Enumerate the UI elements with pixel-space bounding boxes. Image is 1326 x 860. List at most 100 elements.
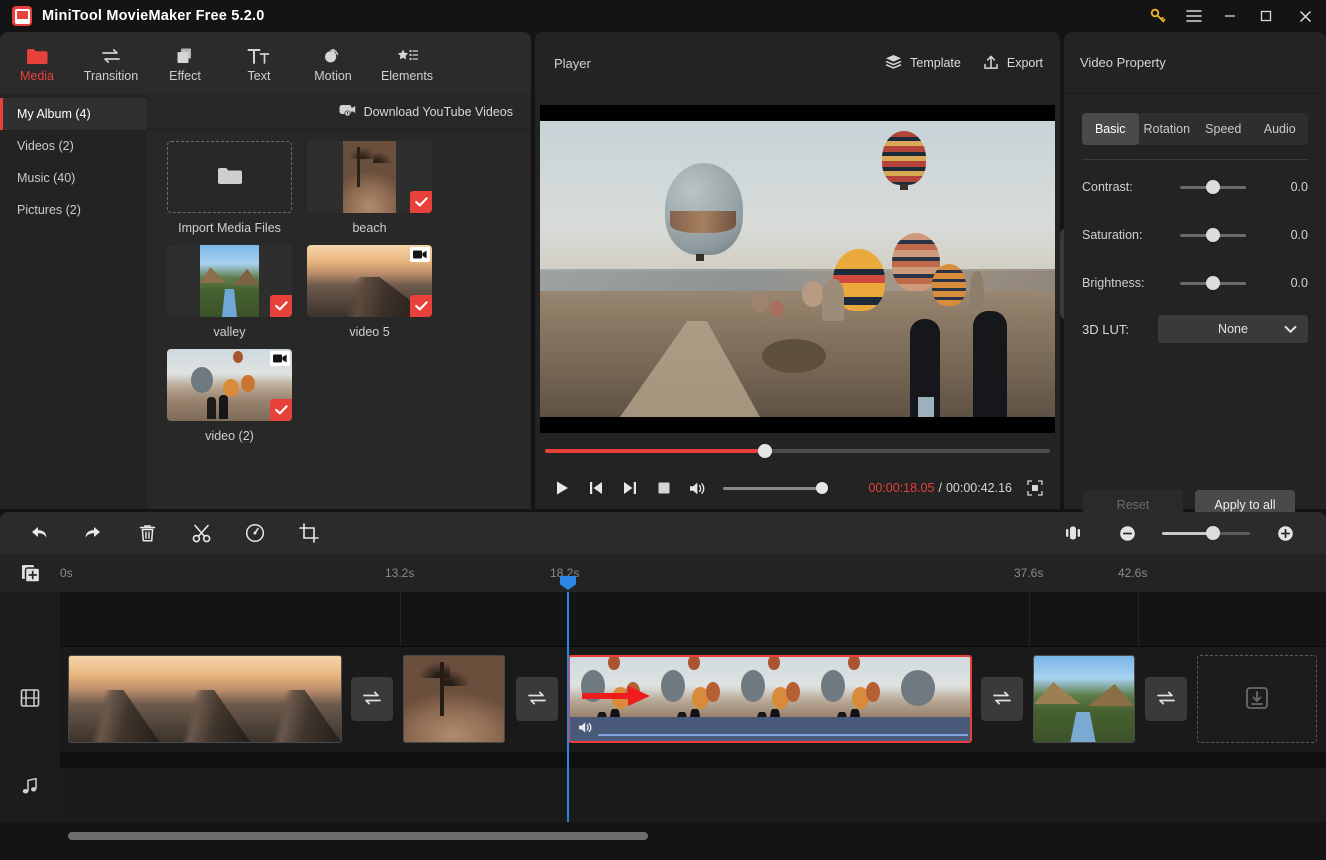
timeline-playhead[interactable] [567, 592, 569, 822]
tab-elements[interactable]: Elements [370, 32, 444, 94]
album-label: Pictures (2) [17, 203, 81, 217]
preview-image [540, 121, 1055, 417]
slider-knob[interactable] [1206, 276, 1220, 290]
contrast-label: Contrast: [1082, 180, 1133, 194]
timeline-ruler[interactable]: 0s 13.2s 18.2s 37.6s 42.6s [0, 554, 1326, 592]
play-button[interactable] [545, 471, 579, 505]
media-item-video-2[interactable]: video (2) [167, 349, 292, 443]
album-list: My Album (4) Videos (2) Music (40) Pictu… [0, 94, 146, 509]
fullscreen-icon[interactable] [1020, 473, 1050, 503]
tab-effect[interactable]: Effect [148, 32, 222, 94]
minimize-icon[interactable] [1212, 0, 1248, 32]
tab-speed[interactable]: Speed [1195, 113, 1252, 145]
player-progress-container[interactable] [535, 436, 1060, 466]
transition-slot-4[interactable] [1145, 677, 1187, 721]
add-media-icon[interactable] [20, 563, 42, 585]
saturation-label: Saturation: [1082, 228, 1143, 242]
brightness-slider[interactable] [1180, 276, 1246, 290]
timeline-dropzone[interactable] [1197, 655, 1317, 743]
transition-slot-3[interactable] [981, 677, 1023, 721]
album-item-pictures[interactable]: Pictures (2) [0, 194, 146, 226]
tab-transition[interactable]: Transition [74, 32, 148, 94]
contrast-slider[interactable] [1180, 180, 1246, 194]
template-button[interactable]: Template [885, 54, 961, 72]
youtube-download-icon[interactable] [339, 104, 356, 120]
import-dropzone[interactable] [167, 141, 292, 213]
media-item-import[interactable]: Import Media Files [167, 141, 292, 235]
media-thumbnail[interactable] [167, 349, 292, 421]
delete-button[interactable] [120, 512, 174, 554]
album-item-music[interactable]: Music (40) [0, 162, 146, 194]
previous-frame-button[interactable] [579, 471, 613, 505]
player-progress-bar[interactable] [545, 444, 1050, 458]
thumbnail-image [200, 245, 259, 317]
menu-icon[interactable] [1176, 0, 1212, 32]
media-thumbnail[interactable] [307, 141, 432, 213]
media-item-label: video (2) [205, 429, 254, 443]
media-item-beach[interactable]: beach [307, 141, 432, 235]
clip-audio-strip[interactable] [570, 717, 970, 741]
stop-button[interactable] [647, 471, 681, 505]
check-icon[interactable] [270, 399, 292, 421]
player-progress-knob[interactable] [757, 444, 772, 458]
transition-slot-1[interactable] [351, 677, 393, 721]
slider-knob[interactable] [1206, 180, 1220, 194]
close-icon[interactable] [1284, 0, 1326, 32]
key-icon[interactable] [1140, 0, 1176, 32]
zoom-slider-knob[interactable] [1206, 526, 1221, 540]
tab-basic[interactable]: Basic [1082, 113, 1139, 145]
red-arrow-annotation [582, 686, 650, 706]
player-stage[interactable] [540, 105, 1055, 433]
tab-audio[interactable]: Audio [1252, 113, 1309, 145]
video-track-header[interactable] [0, 647, 60, 752]
transition-slot-2[interactable] [516, 677, 558, 721]
video-track[interactable] [60, 647, 1326, 752]
download-youtube-label[interactable]: Download YouTube Videos [364, 105, 513, 119]
undo-button[interactable] [12, 512, 66, 554]
text-track-header[interactable] [0, 592, 60, 647]
album-item-videos[interactable]: Videos (2) [0, 130, 146, 162]
timeline-horizontal-scrollbar[interactable] [68, 832, 648, 840]
volume-knob[interactable] [816, 482, 828, 494]
audio-track-header[interactable] [0, 752, 60, 822]
zoom-in-icon[interactable] [1258, 512, 1312, 554]
slider-knob[interactable] [1206, 228, 1220, 242]
tab-text[interactable]: Text [222, 32, 296, 94]
media-thumbnail[interactable] [307, 245, 432, 317]
zoom-slider[interactable] [1162, 526, 1250, 540]
lut-select[interactable]: None [1158, 315, 1308, 343]
speed-button[interactable] [228, 512, 282, 554]
tab-rotation[interactable]: Rotation [1139, 113, 1196, 145]
saturation-slider[interactable] [1180, 228, 1246, 242]
text-track[interactable] [60, 592, 1326, 647]
media-thumbnail[interactable] [167, 245, 292, 317]
volume-slider[interactable] [723, 482, 828, 494]
table-row[interactable] [403, 655, 505, 743]
clip-filmstrip [404, 656, 504, 742]
property-panel-title: Video Property [1064, 32, 1326, 94]
video-camera-icon [270, 351, 290, 366]
export-button[interactable]: Export [983, 54, 1043, 73]
maximize-icon[interactable] [1248, 0, 1284, 32]
fit-timeline-icon[interactable] [1046, 512, 1100, 554]
check-icon[interactable] [270, 295, 292, 317]
audio-track[interactable] [60, 752, 1326, 822]
tab-motion[interactable]: Motion [296, 32, 370, 94]
volume-button[interactable] [681, 471, 715, 505]
next-frame-button[interactable] [613, 471, 647, 505]
album-item-my-album[interactable]: My Album (4) [0, 98, 146, 130]
media-item-valley[interactable]: valley [167, 245, 292, 339]
check-icon[interactable] [410, 191, 432, 213]
check-icon[interactable] [410, 295, 432, 317]
crop-button[interactable] [282, 512, 336, 554]
speaker-icon[interactable] [578, 721, 593, 737]
tab-media[interactable]: Media [0, 32, 74, 94]
zoom-out-icon[interactable] [1100, 512, 1154, 554]
table-row[interactable] [68, 655, 342, 743]
media-item-video-5[interactable]: video 5 [307, 245, 432, 339]
split-button[interactable] [174, 512, 228, 554]
table-row[interactable] [1033, 655, 1135, 743]
lut-value: None [1218, 322, 1248, 336]
redo-button[interactable] [66, 512, 120, 554]
tab-label: Elements [380, 69, 434, 83]
